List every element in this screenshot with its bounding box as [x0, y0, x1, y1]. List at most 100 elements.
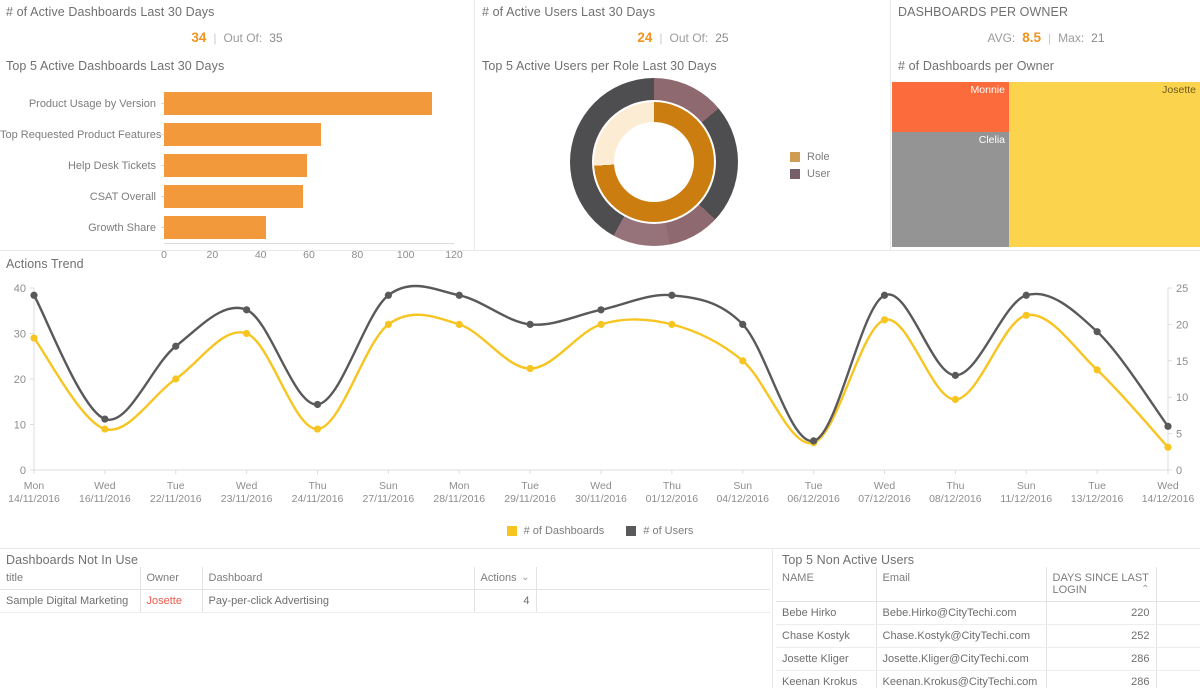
col-header-actions-label: Actions — [481, 572, 517, 584]
x-axis-date-label: 14/12/2016 — [1142, 493, 1195, 505]
treemap-cell-josette[interactable]: Josette — [1009, 82, 1200, 247]
trend-data-point[interactable] — [456, 321, 463, 328]
cell-days-since-last-login: 286 — [1046, 671, 1156, 688]
x-axis-day-label: Sun — [1017, 480, 1036, 492]
actions-trend-title: Actions Trend — [6, 257, 1200, 271]
x-axis-date-label: 30/11/2016 — [575, 493, 627, 505]
x-axis-date-label: 13/12/2016 — [1071, 493, 1124, 505]
table-row[interactable]: Keenan KrokusKeenan.Krokus@CityTechi.com… — [776, 671, 1200, 688]
x-axis-day-label: Wed — [874, 480, 896, 492]
col-header-email[interactable]: Email — [876, 567, 1046, 602]
col-header-spacer — [1156, 567, 1200, 602]
bar-row[interactable]: Top Requested Product Features — [0, 119, 454, 150]
legend-item-role[interactable]: Role — [790, 150, 830, 164]
col-header-owner[interactable]: Owner — [140, 567, 202, 590]
bar-category-label: Growth Share — [0, 222, 164, 234]
trend-legend-item[interactable]: # of Dashboards — [507, 524, 605, 538]
x-axis-date-label: 24/11/2016 — [292, 493, 344, 505]
col-header-dashboard[interactable]: Dashboard — [202, 567, 474, 590]
x-axis-day-label: Tue — [167, 480, 185, 492]
trend-line-dashboards — [34, 315, 1168, 448]
col-header-name[interactable]: NAME — [776, 567, 876, 602]
dashboards-not-in-use-title: Dashboards Not In Use — [0, 550, 770, 567]
trend-legend-item[interactable]: # of Users — [626, 524, 693, 538]
trend-data-point[interactable] — [1023, 292, 1030, 299]
active-users-kpi: 24 | Out Of: 25 — [476, 30, 890, 45]
col-header-title[interactable]: title — [0, 567, 140, 590]
divider-vertical-1 — [474, 0, 475, 250]
right-axis-tick-label: 25 — [1176, 283, 1188, 295]
x-axis-day-label: Tue — [805, 480, 823, 492]
trend-data-point[interactable] — [172, 375, 179, 382]
trend-data-point[interactable] — [739, 357, 746, 364]
trend-data-point[interactable] — [952, 372, 959, 379]
trend-data-point[interactable] — [597, 321, 604, 328]
non-active-users-table: NAME Email DAYS SINCE LAST LOGIN ⌃ Bebe … — [776, 567, 1200, 688]
trend-data-point[interactable] — [527, 321, 534, 328]
trend-data-point[interactable] — [952, 396, 959, 403]
top-dashboards-title: Top 5 Active Dashboards Last 30 Days — [6, 59, 474, 73]
x-axis-date-label: 16/11/2016 — [79, 493, 131, 505]
trend-data-point[interactable] — [243, 306, 250, 313]
trend-data-point[interactable] — [314, 401, 321, 408]
trend-data-point[interactable] — [30, 334, 37, 341]
x-axis-day-label: Thu — [946, 480, 964, 492]
table-row[interactable]: Josette KligerJosette.Kliger@CityTechi.c… — [776, 648, 1200, 671]
bar-row[interactable]: Help Desk Tickets — [0, 150, 454, 181]
trend-data-point[interactable] — [1164, 444, 1171, 451]
table-row[interactable]: Sample Digital MarketingJosettePay-per-c… — [0, 590, 770, 613]
treemap-cell-clelia[interactable]: Clelia — [892, 132, 1009, 248]
cell-name: Bebe Hirko — [776, 602, 876, 625]
trend-data-point[interactable] — [101, 415, 108, 422]
trend-data-point[interactable] — [739, 321, 746, 328]
top-users-subheader: Top 5 Active Users per Role Last 30 Days — [476, 45, 890, 73]
trend-data-point[interactable] — [881, 292, 888, 299]
actions-trend-legend: # of Dashboards # of Users — [0, 524, 1200, 541]
bar-row[interactable]: Growth Share — [0, 212, 454, 243]
trend-data-point[interactable] — [1094, 328, 1101, 335]
x-axis-date-label: 28/11/2016 — [433, 493, 485, 505]
dashboards-per-owner-tile: DASHBOARDS PER OWNER AVG: 8.5 | Max: 21 … — [892, 0, 1200, 250]
table-row[interactable]: Chase KostykChase.Kostyk@CityTechi.com25… — [776, 625, 1200, 648]
trend-data-point[interactable] — [668, 321, 675, 328]
legend-item-user[interactable]: User — [790, 167, 830, 181]
trend-data-point[interactable] — [668, 292, 675, 299]
trend-data-point[interactable] — [1164, 423, 1171, 430]
trend-data-point[interactable] — [101, 425, 108, 432]
chevron-down-icon: ⌄ — [521, 572, 529, 583]
top-users-title: Top 5 Active Users per Role Last 30 Days — [482, 59, 890, 73]
non-active-users-body: Bebe HirkoBebe.Hirko@CityTechi.com220Cha… — [776, 602, 1200, 688]
donut-center-hole — [614, 122, 694, 202]
bar-rows: Product Usage by Version Top Requested Pr… — [0, 88, 454, 243]
legend-swatch-icon — [507, 526, 517, 536]
trend-data-point[interactable] — [597, 306, 604, 313]
trend-data-point[interactable] — [810, 437, 817, 444]
col-header-actions[interactable]: Actions ⌄ — [474, 567, 536, 590]
trend-data-point[interactable] — [1023, 312, 1030, 319]
trend-data-point[interactable] — [30, 292, 37, 299]
legend-swatch-icon — [790, 152, 800, 162]
col-header-days-since-last-login[interactable]: DAYS SINCE LAST LOGIN ⌃ — [1046, 567, 1156, 602]
trend-data-point[interactable] — [1094, 366, 1101, 373]
divider-horizontal-2 — [0, 548, 1200, 549]
non-active-users-panel: Top 5 Non Active Users NAME Email DAYS S… — [776, 550, 1200, 688]
bar-category-label: Top Requested Product Features — [0, 129, 164, 141]
x-axis-day-label: Mon — [24, 480, 45, 492]
trend-data-point[interactable] — [527, 365, 534, 372]
cell-spacer — [1156, 602, 1200, 625]
table-row[interactable]: Bebe HirkoBebe.Hirko@CityTechi.com220 — [776, 602, 1200, 625]
treemap-cell-monnie[interactable]: Monnie — [892, 82, 1009, 132]
bar-row[interactable]: Product Usage by Version — [0, 88, 454, 119]
trend-data-point[interactable] — [385, 292, 392, 299]
bar-track — [164, 150, 454, 181]
divider-vertical-3 — [772, 550, 773, 688]
trend-data-point[interactable] — [385, 321, 392, 328]
trend-data-point[interactable] — [456, 292, 463, 299]
left-axis-tick-label: 20 — [14, 374, 26, 386]
trend-data-point[interactable] — [314, 425, 321, 432]
trend-data-point[interactable] — [243, 330, 250, 337]
legend-label: Role — [807, 151, 830, 163]
trend-data-point[interactable] — [881, 316, 888, 323]
bar-row[interactable]: CSAT Overall — [0, 181, 454, 212]
trend-data-point[interactable] — [172, 343, 179, 350]
